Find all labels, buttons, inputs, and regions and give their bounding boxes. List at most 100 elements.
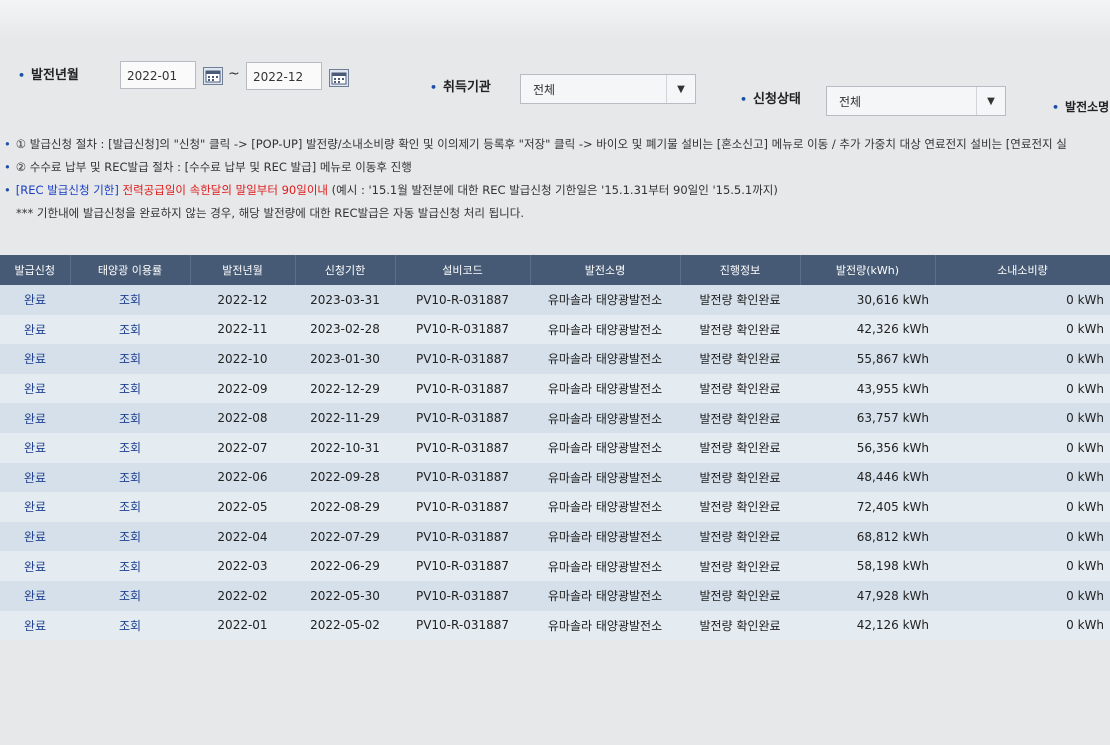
self-consumption-cell: 0 kWh [935,580,1110,611]
agency-select[interactable]: 전체 ▼ [520,74,696,104]
self-consumption-cell: 0 kWh [935,462,1110,493]
utilization-view-link[interactable]: 조회 [119,530,141,544]
issue-status-cell: 완료 [0,432,70,463]
progress-cell: 발전량 확인완료 [680,551,800,581]
period-label: • 발전년월 [18,68,79,83]
utilization-view-link[interactable]: 조회 [119,619,141,633]
period-label-text: 발전년월 [31,68,79,83]
column-header[interactable]: 발전량(kWh) [800,255,936,285]
column-header[interactable]: 발급신청 [0,255,71,285]
facility-code-cell: PV10-R-031887 [395,403,530,433]
plant-name-cell: 유마솔라 태양광발전소 [530,551,680,581]
plant-name-cell: 유마솔라 태양광발전소 [530,344,680,374]
issue-status-link[interactable]: 완료 [24,500,46,514]
plant-name-cell: 유마솔라 태양광발전소 [530,314,680,345]
chevron-down-icon[interactable]: ▼ [666,75,695,103]
utilization-view-link[interactable]: 조회 [119,500,141,514]
issue-status-link[interactable]: 완료 [24,323,46,337]
status-select[interactable]: 전체 ▼ [826,86,1006,116]
self-consumption-cell: 0 kWh [935,373,1110,404]
deadline-cell: 2022-08-29 [295,492,395,522]
facility-code-cell: PV10-R-031887 [395,344,530,374]
end-month-input[interactable]: 2022-12 [246,62,322,90]
column-header[interactable]: 발전소명 [530,255,681,285]
plant-name-cell: 유마솔라 태양광발전소 [530,285,680,315]
generation-month-cell: 2022-09 [190,373,295,404]
calendar-icon[interactable] [203,67,223,85]
column-header[interactable]: 신청기한 [295,255,396,285]
issue-status-cell: 완료 [0,580,70,611]
status-label-text: 신청상태 [753,92,801,107]
notice-list: • ① 발급신청 절차 : [발급신청]의 "신청" 클릭 -> [POP-UP]… [4,133,1110,225]
table-row: 완료 조회 2022-09 2022-12-29 PV10-R-031887 유마솔라 태… [0,373,1110,404]
issue-status-link[interactable]: 완료 [24,530,46,544]
table-row: 완료 조회 2022-01 2022-05-02 PV10-R-031887 유마솔라 태… [0,610,1110,641]
table-row: 완료 조회 2022-11 2023-02-28 PV10-R-031887 유마솔라 태… [0,314,1110,345]
utilization-view-link[interactable]: 조회 [119,352,141,366]
utilization-view-link[interactable]: 조회 [119,589,141,603]
column-header[interactable]: 태양광 이용률 [70,255,191,285]
progress-cell: 발전량 확인완료 [680,403,800,433]
generation-month-cell: 2022-01 [190,610,295,641]
progress-cell: 발전량 확인완료 [680,344,800,374]
utilization-view-cell: 조회 [70,492,190,522]
table-row: 완료 조회 2022-05 2022-08-29 PV10-R-031887 유마솔라 태… [0,492,1110,522]
utilization-view-cell: 조회 [70,285,190,315]
issue-status-link[interactable]: 완료 [24,441,46,455]
issue-status-link[interactable]: 완료 [24,589,46,603]
generation-month-cell: 2022-07 [190,432,295,463]
generation-cell: 42,126 kWh [800,610,935,641]
deadline-cell: 2023-03-31 [295,285,395,315]
issue-status-link[interactable]: 완료 [24,471,46,485]
facility-code-cell: PV10-R-031887 [395,580,530,611]
generation-cell: 63,757 kWh [800,403,935,433]
utilization-view-link[interactable]: 조회 [119,471,141,485]
issue-status-cell: 완료 [0,373,70,404]
column-header[interactable]: 진행정보 [680,255,801,285]
utilization-view-link[interactable]: 조회 [119,293,141,307]
deadline-cell: 2022-07-29 [295,521,395,552]
chevron-down-icon[interactable]: ▼ [976,87,1005,115]
notice-issue-procedure: ① 발급신청 절차 : [발급신청]의 "신청" 클릭 -> [POP-UP] … [15,137,1067,151]
self-consumption-cell: 0 kWh [935,403,1110,433]
generation-cell: 43,955 kWh [800,373,935,404]
generation-month-cell: 2022-02 [190,580,295,611]
calendar-icon[interactable] [329,69,349,87]
column-header[interactable]: 설비코드 [395,255,531,285]
plant-name-cell: 유마솔라 태양광발전소 [530,521,680,552]
issue-status-link[interactable]: 완료 [24,293,46,307]
utilization-view-link[interactable]: 조회 [119,441,141,455]
plant-name-cell: 유마솔라 태양광발전소 [530,403,680,433]
generation-cell: 47,928 kWh [800,580,935,611]
generation-month-cell: 2022-04 [190,521,295,552]
progress-cell: 발전량 확인완료 [680,314,800,345]
issue-status-link[interactable]: 완료 [24,560,46,574]
issue-status-link[interactable]: 완료 [24,382,46,396]
deadline-cell: 2022-05-02 [295,610,395,641]
deadline-cell: 2022-06-29 [295,551,395,581]
column-header[interactable]: 소내소비량 [935,255,1110,285]
utilization-view-link[interactable]: 조회 [119,382,141,396]
utilization-view-link[interactable]: 조회 [119,412,141,426]
table-row: 완료 조회 2022-07 2022-10-31 PV10-R-031887 유마솔라 태… [0,432,1110,463]
issue-status-link[interactable]: 완료 [24,412,46,426]
start-month-input[interactable]: 2022-01 [120,61,196,89]
facility-code-cell: PV10-R-031887 [395,285,530,315]
issue-status-cell: 완료 [0,492,70,522]
utilization-view-link[interactable]: 조회 [119,323,141,337]
facility-code-cell: PV10-R-031887 [395,432,530,463]
plant-name-cell: 유마솔라 태양광발전소 [530,462,680,493]
agency-select-value: 전체 [533,83,556,97]
issue-status-cell: 완료 [0,521,70,552]
utilization-view-cell: 조회 [70,403,190,433]
generation-cell: 55,867 kWh [800,344,935,374]
table-row: 완료 조회 2022-12 2023-03-31 PV10-R-031887 유마솔라 태… [0,285,1110,315]
utilization-view-cell: 조회 [70,610,190,641]
issue-status-link[interactable]: 완료 [24,619,46,633]
deadline-cell: 2022-11-29 [295,403,395,433]
utilization-view-link[interactable]: 조회 [119,560,141,574]
generation-month-cell: 2022-05 [190,492,295,522]
column-header[interactable]: 발전년월 [190,255,296,285]
issue-status-cell: 완료 [0,462,70,493]
issue-status-link[interactable]: 완료 [24,352,46,366]
